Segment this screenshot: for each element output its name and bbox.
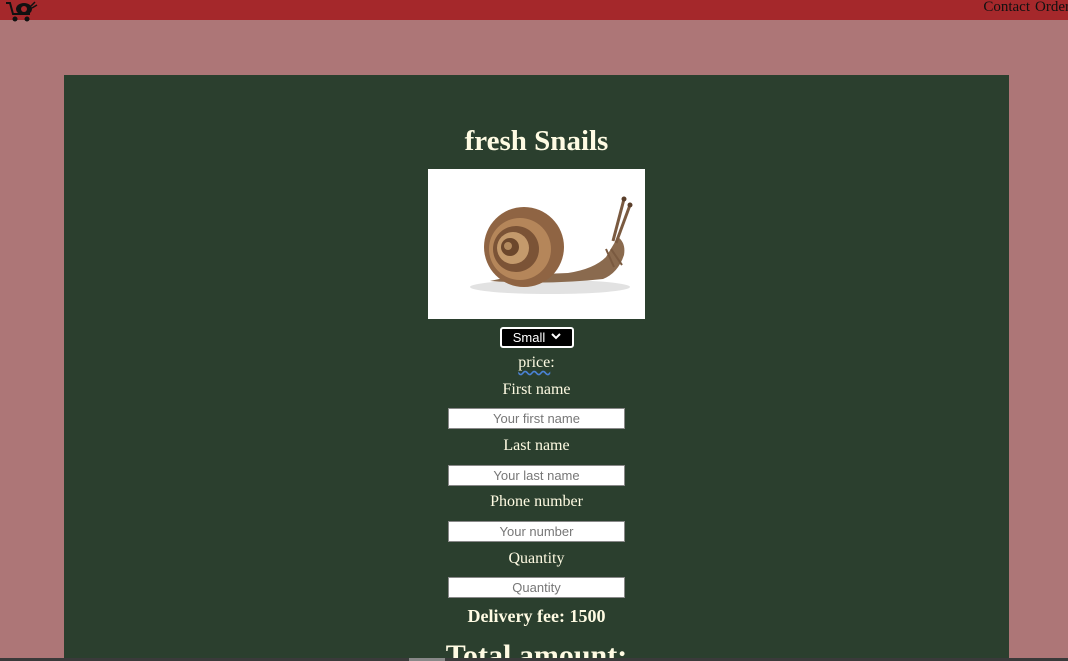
phone-number-label: Phone number bbox=[490, 493, 583, 510]
size-select[interactable]: Small bbox=[500, 327, 574, 348]
nav-order-link[interactable]: Order bbox=[1035, 0, 1068, 20]
order-panel: fresh Snails Small price: First name You… bbox=[64, 75, 1009, 661]
nav-contact-link[interactable]: Contact bbox=[983, 0, 1030, 20]
quantity-label: Quantity bbox=[508, 550, 565, 567]
size-select-value: Small bbox=[512, 330, 546, 345]
price-colon: : bbox=[550, 354, 555, 371]
page-title: fresh Snails bbox=[464, 125, 609, 157]
first-name-input[interactable]: Your first name bbox=[448, 408, 625, 429]
delivery-fee: Delivery fee: 1500 bbox=[467, 606, 606, 626]
price-label: price bbox=[518, 354, 551, 371]
phone-number-input[interactable]: Your number bbox=[448, 521, 625, 542]
price-line: price: bbox=[64, 354, 1009, 372]
last-name-label: Last name bbox=[503, 437, 570, 454]
last-name-input[interactable]: Your last name bbox=[448, 465, 625, 486]
first-name-label: First name bbox=[502, 381, 571, 398]
quantity-input[interactable]: Quantity bbox=[448, 577, 625, 598]
snail-cart-logo[interactable] bbox=[4, 0, 38, 24]
nav-links: Contact Order bbox=[983, 0, 1068, 20]
chevron-down-icon bbox=[551, 332, 561, 343]
top-navbar bbox=[0, 0, 1068, 20]
snail-product-image bbox=[428, 169, 645, 319]
